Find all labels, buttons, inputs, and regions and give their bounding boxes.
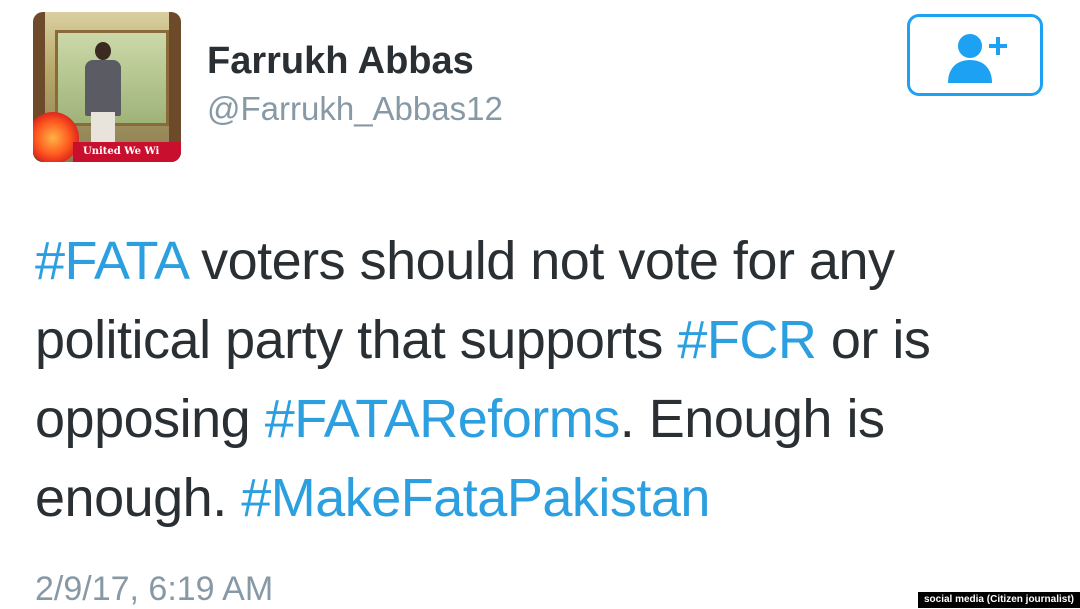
avatar[interactable]: United We Wi [33,12,181,162]
avatar-photo-frame-right [169,12,181,162]
tweet-text: #FATA voters should not vote for any pol… [35,222,1045,538]
hashtag-link[interactable]: #FATA [35,231,187,291]
avatar-banner-text: United We Wi [73,142,181,162]
display-name[interactable]: Farrukh Abbas [207,40,474,83]
add-user-icon [948,34,1007,83]
user-handle[interactable]: @Farrukh_Abbas12 [207,90,503,128]
avatar-photo-person-body [85,60,121,116]
avatar-photo-person-legs [91,112,115,146]
avatar-photo-person-head [95,42,111,60]
tweet-timestamp[interactable]: 2/9/17, 6:19 AM [35,570,273,609]
hashtag-link[interactable]: #MakeFataPakistan [241,468,710,528]
hashtag-link[interactable]: #FCR [677,310,817,370]
hashtag-link[interactable]: #FATAReforms [265,389,621,449]
image-credit: social media (Citizen journalist) [917,592,1080,608]
follow-button[interactable] [907,14,1043,96]
